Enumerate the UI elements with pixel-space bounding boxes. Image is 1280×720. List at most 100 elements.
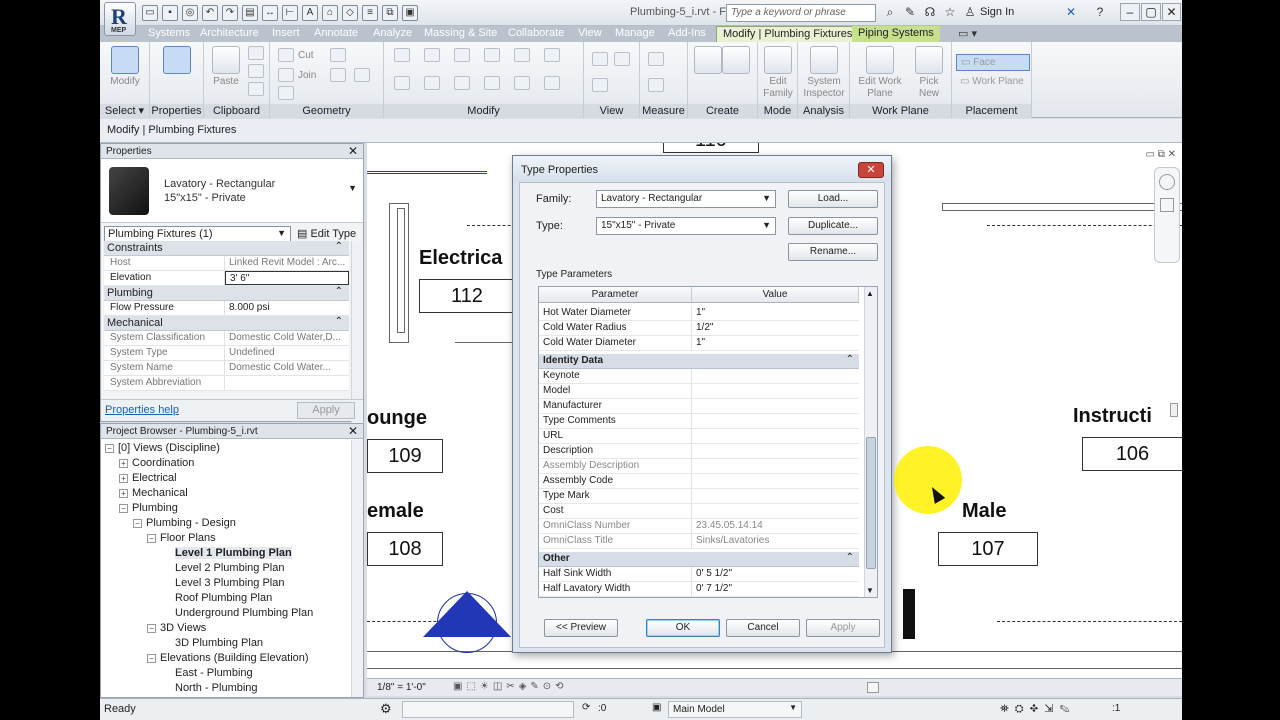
room-number[interactable]: 110 (663, 143, 759, 153)
browser-node[interactable]: − Plumbing (105, 502, 350, 517)
paste-button[interactable]: Paste (210, 44, 242, 88)
undo-icon[interactable]: ↶ (202, 5, 218, 21)
collapse-icon[interactable]: − (105, 443, 114, 453)
edit-type-button[interactable]: ▤ Edit Type (297, 227, 356, 240)
copy-icon[interactable] (248, 64, 264, 78)
design-options-icon[interactable]: ▣ (652, 702, 661, 713)
browser-node[interactable]: Roof Plumbing Plan (105, 592, 350, 607)
collapse-icon[interactable]: − (133, 518, 142, 528)
dimension-icon[interactable]: ⊢ (282, 5, 298, 21)
create-group-button[interactable] (722, 44, 750, 76)
zoom-icon[interactable] (1160, 198, 1174, 212)
family-dropdown[interactable]: Lavatory - Rectangular ▼ (596, 190, 776, 208)
tab-piping-systems[interactable]: Piping Systems (852, 26, 940, 42)
modify-button[interactable]: Modify (106, 44, 144, 88)
sign-in-link[interactable]: Sign In (980, 6, 1014, 18)
tab-annotate[interactable]: Annotate (308, 26, 364, 42)
join-label[interactable]: Join (298, 70, 316, 81)
tab-systems[interactable]: Systems (142, 26, 196, 42)
room-number[interactable]: 107 (938, 532, 1038, 566)
column-value[interactable]: Value (692, 287, 859, 302)
thin-lines-icon[interactable]: ≡ (362, 5, 378, 21)
parameter-value[interactable]: 1/2" (692, 321, 859, 335)
property-row[interactable]: System Abbreviation (104, 376, 349, 391)
worksets-dropdown[interactable] (402, 701, 574, 718)
parameter-row[interactable]: Half Lavatory Width 0' 7 1/2" (539, 582, 859, 597)
collapse-icon[interactable]: ⌃ (846, 354, 854, 365)
property-value[interactable] (225, 376, 349, 390)
user-icon[interactable]: ♙ (962, 5, 978, 21)
property-value[interactable]: Undefined (225, 346, 349, 360)
panel-label[interactable]: Select ▾ (100, 104, 149, 118)
dialog-close-button[interactable]: ✕ (858, 162, 884, 178)
property-row[interactable]: Flow Pressure 8.000 psi (104, 301, 349, 316)
pin-icon[interactable] (544, 48, 560, 62)
parameter-value[interactable]: 0' 5 1/2" (692, 567, 859, 581)
parameter-value[interactable] (692, 399, 859, 413)
tab-manage[interactable]: Manage (609, 26, 661, 42)
parameter-value[interactable] (692, 414, 859, 428)
parameter-value[interactable] (692, 384, 859, 398)
close-button[interactable]: ✕ (1162, 3, 1181, 21)
face-option[interactable]: ▭ Face (956, 54, 1030, 71)
parameter-value[interactable] (692, 444, 859, 458)
parameter-row[interactable]: Type Mark (539, 489, 859, 504)
ribbon-toggle-icon[interactable]: ▭ ▾ (952, 26, 983, 42)
property-group[interactable]: Mechanical ⌃ (104, 316, 349, 331)
minimize-button[interactable]: – (1120, 3, 1140, 21)
property-value[interactable]: Domestic Cold Water... (225, 361, 349, 375)
collapse-icon[interactable]: − (147, 653, 156, 663)
tab-collaborate[interactable]: Collaborate (502, 26, 570, 42)
tag-icon[interactable]: A (302, 5, 318, 21)
aligned-dimension-icon[interactable] (648, 78, 664, 92)
ok-button[interactable]: OK (646, 619, 720, 637)
property-value[interactable]: 3' 6" (225, 271, 349, 285)
browser-node[interactable]: 3D Plumbing Plan (105, 637, 350, 652)
maximize-button[interactable]: ▢ (1141, 3, 1161, 21)
browser-node[interactable]: Level 2 Plumbing Plan (105, 562, 350, 577)
parameter-row[interactable]: URL (539, 429, 859, 444)
type-dropdown[interactable]: 15"x15" - Private ▼ (596, 217, 776, 235)
browser-node[interactable]: + Coordination (105, 457, 350, 472)
parameter-row[interactable]: Hot Water Diameter 1" (539, 306, 859, 321)
selection-toggle-icons[interactable]: ⛯⛭✥⇲✎ (1000, 702, 1076, 716)
parameter-row[interactable]: Cost (539, 504, 859, 519)
chevron-down-icon[interactable]: ▼ (348, 183, 357, 193)
create-parts-button[interactable] (694, 44, 722, 76)
room-number[interactable]: 112 (419, 279, 515, 313)
selection-filter-count[interactable]: :1 (1112, 703, 1120, 714)
collapse-icon[interactable]: − (119, 503, 128, 513)
override-icon[interactable] (614, 52, 630, 66)
parameter-value[interactable]: 1" (692, 306, 859, 320)
exchange-icon[interactable]: ✕ (1063, 5, 1079, 21)
hide-icon[interactable] (592, 52, 608, 66)
cut-label[interactable]: Cut (298, 50, 314, 61)
scale-icon[interactable] (544, 76, 560, 90)
parameter-row[interactable]: OmniClass Title Sinks/Lavatories (539, 534, 859, 549)
close-icon[interactable]: ✕ (348, 144, 358, 158)
tab-insert[interactable]: Insert (266, 26, 306, 42)
browser-node[interactable]: + Mechanical (105, 487, 350, 502)
sync-icon[interactable]: ⟳ (582, 702, 590, 713)
browser-node[interactable]: Level 3 Plumbing Plan (105, 577, 350, 592)
redo-icon[interactable]: ↷ (222, 5, 238, 21)
parameter-value[interactable] (692, 474, 859, 488)
property-group[interactable]: Constraints ⌃ (104, 241, 349, 256)
binoculars-icon[interactable]: ⌕ (882, 5, 898, 21)
open-icon[interactable]: ▭ (142, 5, 158, 21)
parameter-value[interactable]: 1" (692, 336, 859, 350)
favorites-icon[interactable]: ☆ (942, 5, 958, 21)
mirror-icon[interactable] (454, 48, 470, 62)
tab-architecture[interactable]: Architecture (194, 26, 265, 42)
room-name[interactable]: Electrica (419, 247, 502, 270)
column-parameter[interactable]: Parameter (539, 287, 692, 302)
expand-icon[interactable]: + (119, 488, 128, 498)
view-window-controls[interactable]: ▭ ⧉ ✕ (1145, 149, 1176, 160)
collapse-icon[interactable]: − (147, 533, 156, 543)
property-row[interactable]: System Name Domestic Cold Water... (104, 361, 349, 376)
grid-scrollbar[interactable]: ▲ ▼ (864, 287, 877, 597)
browser-node[interactable]: − Floor Plans (105, 532, 350, 547)
parameter-row[interactable]: Manufacturer (539, 399, 859, 414)
parameter-value[interactable] (692, 369, 859, 383)
split-icon[interactable] (514, 48, 530, 62)
